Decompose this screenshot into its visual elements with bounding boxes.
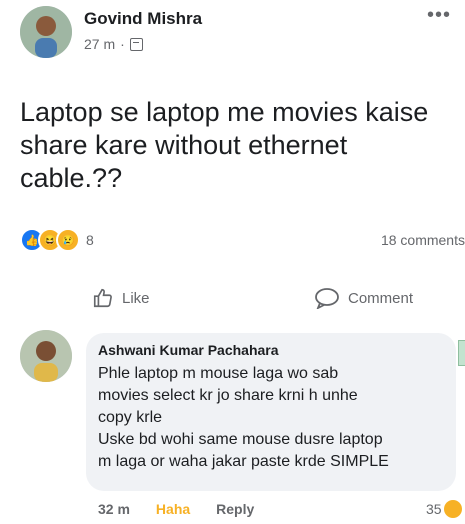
thumbs-up-icon [93, 288, 112, 308]
post-meta: 27 m · [84, 36, 143, 52]
comment-reply-button[interactable]: Reply [216, 501, 254, 517]
comment-footer: 32 m Haha Reply [98, 501, 254, 517]
like-button[interactable]: Like [92, 287, 150, 309]
comment-haha-button[interactable]: Haha [156, 501, 190, 517]
comment-line: movies select kr jo share krni h unhe [98, 387, 358, 404]
comment-author-name[interactable]: Ashwani Kumar Pachahara [98, 342, 279, 358]
comment-label: Comment [348, 289, 414, 307]
comment-reaction-count[interactable]: 35 [426, 500, 462, 518]
comment-button[interactable]: Comment [314, 287, 413, 309]
comment-line: m laga or waha jakar paste krde SIMPLE [98, 453, 389, 470]
comment-line: copy krle [98, 409, 163, 426]
post-time[interactable]: 27 m [84, 36, 115, 52]
sad-reaction-icon: 😢 [56, 228, 80, 252]
haha-reaction-icon [443, 500, 462, 518]
side-badge [458, 340, 465, 366]
comment-line: Phle laptop m mouse laga wo sab [98, 365, 339, 382]
comment-author-avatar[interactable] [20, 330, 72, 382]
post-text: Laptop se laptop me movies kaise share k… [20, 97, 429, 193]
public-icon [129, 37, 143, 51]
more-options-icon[interactable]: ••• [427, 4, 451, 27]
like-label: Like [122, 289, 150, 307]
comment-reaction-number: 35 [426, 501, 442, 517]
post-author-avatar[interactable] [20, 6, 72, 58]
meta-separator: · [120, 36, 125, 52]
post-author-name[interactable]: Govind Mishra [84, 9, 202, 29]
reaction-count: 8 [86, 232, 94, 248]
comment-text: Phle laptop m mouse laga wo sab movies s… [98, 363, 454, 473]
comment-count[interactable]: 18 comments [381, 232, 465, 248]
comment-time[interactable]: 32 m [98, 501, 130, 517]
reactions-summary[interactable]: 👍 😆 😢 8 [20, 228, 94, 252]
speech-bubble-icon [315, 288, 339, 309]
comment-line: Uske bd wohi same mouse dusre laptop [98, 431, 383, 448]
